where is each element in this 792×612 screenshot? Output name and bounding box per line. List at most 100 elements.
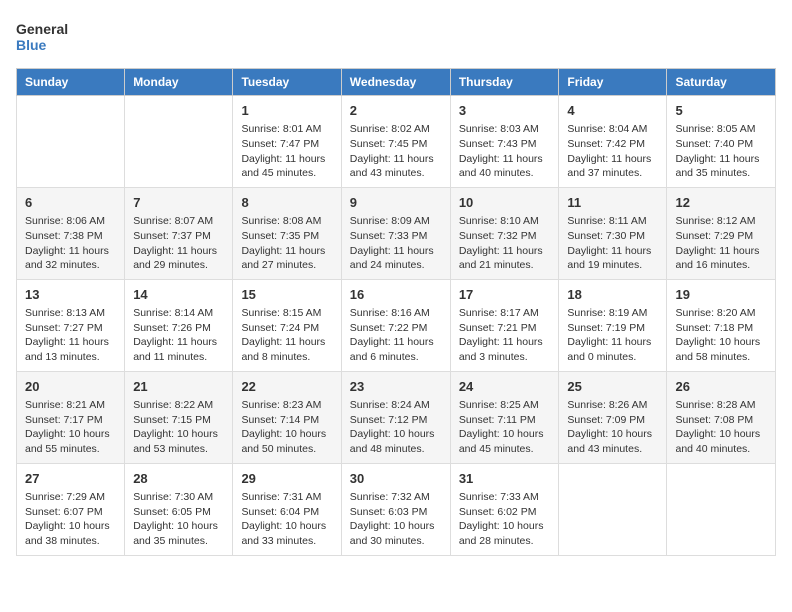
cell-content: Sunrise: 7:33 AM Sunset: 6:02 PM Dayligh… [459, 490, 551, 549]
calendar-cell: 18 Sunrise: 8:19 AM Sunset: 7:19 PM Dayli… [559, 279, 667, 371]
day-header-monday: Monday [125, 69, 233, 96]
day-number: 2 [350, 102, 442, 120]
cell-content: Sunrise: 8:25 AM Sunset: 7:11 PM Dayligh… [459, 398, 551, 457]
cell-content: Sunrise: 7:31 AM Sunset: 6:04 PM Dayligh… [241, 490, 332, 549]
calendar-cell: 6 Sunrise: 8:06 AM Sunset: 7:38 PM Daylig… [17, 187, 125, 279]
day-number: 11 [567, 194, 658, 212]
cell-content: Sunrise: 8:08 AM Sunset: 7:35 PM Dayligh… [241, 214, 332, 273]
day-number: 5 [675, 102, 767, 120]
week-row-4: 20 Sunrise: 8:21 AM Sunset: 7:17 PM Dayli… [17, 371, 776, 463]
calendar-cell: 31 Sunrise: 7:33 AM Sunset: 6:02 PM Dayli… [450, 463, 559, 555]
calendar-cell [559, 463, 667, 555]
calendar-cell: 9 Sunrise: 8:09 AM Sunset: 7:33 PM Daylig… [341, 187, 450, 279]
calendar-cell: 23 Sunrise: 8:24 AM Sunset: 7:12 PM Dayli… [341, 371, 450, 463]
calendar-cell: 19Sunrise: 8:20 AM Sunset: 7:18 PM Dayli… [667, 279, 776, 371]
calendar-cell: 27 Sunrise: 7:29 AM Sunset: 6:07 PM Dayli… [17, 463, 125, 555]
day-number: 30 [350, 470, 442, 488]
cell-content: Sunrise: 8:01 AM Sunset: 7:47 PM Dayligh… [241, 122, 332, 181]
day-number: 26 [675, 378, 767, 396]
day-number: 14 [133, 286, 224, 304]
cell-content: Sunrise: 8:05 AM Sunset: 7:40 PM Dayligh… [675, 122, 767, 181]
calendar-cell: 3Sunrise: 8:03 AM Sunset: 7:43 PM Daylig… [450, 96, 559, 188]
day-number: 7 [133, 194, 224, 212]
cell-content: Sunrise: 7:30 AM Sunset: 6:05 PM Dayligh… [133, 490, 224, 549]
calendar-cell: 21Sunrise: 8:22 AM Sunset: 7:15 PM Dayli… [125, 371, 233, 463]
cell-content: Sunrise: 8:04 AM Sunset: 7:42 PM Dayligh… [567, 122, 658, 181]
calendar-cell: 1 Sunrise: 8:01 AM Sunset: 7:47 PM Daylig… [233, 96, 341, 188]
week-row-2: 6 Sunrise: 8:06 AM Sunset: 7:38 PM Daylig… [17, 187, 776, 279]
cell-content: Sunrise: 8:23 AM Sunset: 7:14 PM Dayligh… [241, 398, 332, 457]
cell-content: Sunrise: 8:06 AM Sunset: 7:38 PM Dayligh… [25, 214, 116, 273]
calendar-cell [17, 96, 125, 188]
day-header-friday: Friday [559, 69, 667, 96]
calendar-cell: 4 Sunrise: 8:04 AM Sunset: 7:42 PM Daylig… [559, 96, 667, 188]
calendar-table: SundayMondayTuesdayWednesdayThursdayFrid… [16, 68, 776, 556]
cell-content: Sunrise: 8:12 AM Sunset: 7:29 PM Dayligh… [675, 214, 767, 273]
week-row-1: 1 Sunrise: 8:01 AM Sunset: 7:47 PM Daylig… [17, 96, 776, 188]
day-header-saturday: Saturday [667, 69, 776, 96]
day-number: 10 [459, 194, 551, 212]
svg-text:Blue: Blue [16, 37, 47, 53]
cell-content: Sunrise: 8:10 AM Sunset: 7:32 PM Dayligh… [459, 214, 551, 273]
day-number: 19 [675, 286, 767, 304]
calendar-cell: 14Sunrise: 8:14 AM Sunset: 7:26 PM Dayli… [125, 279, 233, 371]
svg-text:General: General [16, 21, 68, 37]
calendar-cell: 15 Sunrise: 8:15 AM Sunset: 7:24 PM Dayli… [233, 279, 341, 371]
calendar-cell: 24 Sunrise: 8:25 AM Sunset: 7:11 PM Dayli… [450, 371, 559, 463]
calendar-cell: 22 Sunrise: 8:23 AM Sunset: 7:14 PM Dayli… [233, 371, 341, 463]
day-number: 15 [241, 286, 332, 304]
day-header-wednesday: Wednesday [341, 69, 450, 96]
calendar-cell: 28 Sunrise: 7:30 AM Sunset: 6:05 PM Dayli… [125, 463, 233, 555]
calendar-cell: 5 Sunrise: 8:05 AM Sunset: 7:40 PM Daylig… [667, 96, 776, 188]
day-number: 6 [25, 194, 116, 212]
cell-content: Sunrise: 8:26 AM Sunset: 7:09 PM Dayligh… [567, 398, 658, 457]
cell-content: Sunrise: 8:15 AM Sunset: 7:24 PM Dayligh… [241, 306, 332, 365]
cell-content: Sunrise: 8:09 AM Sunset: 7:33 PM Dayligh… [350, 214, 442, 273]
day-number: 20 [25, 378, 116, 396]
day-number: 12 [675, 194, 767, 212]
calendar-cell: 26 Sunrise: 8:28 AM Sunset: 7:08 PM Dayli… [667, 371, 776, 463]
calendar-cell: 12 Sunrise: 8:12 AM Sunset: 7:29 PM Dayli… [667, 187, 776, 279]
day-header-tuesday: Tuesday [233, 69, 341, 96]
cell-content: Sunrise: 8:21 AM Sunset: 7:17 PM Dayligh… [25, 398, 116, 457]
day-number: 23 [350, 378, 442, 396]
day-number: 27 [25, 470, 116, 488]
calendar-cell: 30 Sunrise: 7:32 AM Sunset: 6:03 PM Dayli… [341, 463, 450, 555]
calendar-cell: 8Sunrise: 8:08 AM Sunset: 7:35 PM Daylig… [233, 187, 341, 279]
cell-content: Sunrise: 8:24 AM Sunset: 7:12 PM Dayligh… [350, 398, 442, 457]
day-number: 16 [350, 286, 442, 304]
day-number: 25 [567, 378, 658, 396]
day-header-thursday: Thursday [450, 69, 559, 96]
calendar-cell: 13Sunrise: 8:13 AM Sunset: 7:27 PM Dayli… [17, 279, 125, 371]
day-number: 13 [25, 286, 116, 304]
day-number: 22 [241, 378, 332, 396]
day-number: 28 [133, 470, 224, 488]
calendar-cell: 16Sunrise: 8:16 AM Sunset: 7:22 PM Dayli… [341, 279, 450, 371]
logo-svg: General Blue [16, 16, 76, 60]
cell-content: Sunrise: 8:11 AM Sunset: 7:30 PM Dayligh… [567, 214, 658, 273]
cell-content: Sunrise: 7:32 AM Sunset: 6:03 PM Dayligh… [350, 490, 442, 549]
cell-content: Sunrise: 8:02 AM Sunset: 7:45 PM Dayligh… [350, 122, 442, 181]
day-number: 31 [459, 470, 551, 488]
calendar-cell: 10 Sunrise: 8:10 AM Sunset: 7:32 PM Dayli… [450, 187, 559, 279]
day-number: 3 [459, 102, 551, 120]
day-number: 1 [241, 102, 332, 120]
page-header: General Blue [16, 16, 776, 60]
cell-content: Sunrise: 8:22 AM Sunset: 7:15 PM Dayligh… [133, 398, 224, 457]
cell-content: Sunrise: 8:28 AM Sunset: 7:08 PM Dayligh… [675, 398, 767, 457]
day-number: 17 [459, 286, 551, 304]
week-row-5: 27 Sunrise: 7:29 AM Sunset: 6:07 PM Dayli… [17, 463, 776, 555]
day-number: 4 [567, 102, 658, 120]
cell-content: Sunrise: 8:17 AM Sunset: 7:21 PM Dayligh… [459, 306, 551, 365]
calendar-cell: 20 Sunrise: 8:21 AM Sunset: 7:17 PM Dayli… [17, 371, 125, 463]
cell-content: Sunrise: 8:19 AM Sunset: 7:19 PM Dayligh… [567, 306, 658, 365]
header-row: SundayMondayTuesdayWednesdayThursdayFrid… [17, 69, 776, 96]
cell-content: Sunrise: 7:29 AM Sunset: 6:07 PM Dayligh… [25, 490, 116, 549]
day-number: 18 [567, 286, 658, 304]
calendar-cell: 11 Sunrise: 8:11 AM Sunset: 7:30 PM Dayli… [559, 187, 667, 279]
day-number: 24 [459, 378, 551, 396]
day-number: 9 [350, 194, 442, 212]
calendar-cell: 25 Sunrise: 8:26 AM Sunset: 7:09 PM Dayli… [559, 371, 667, 463]
calendar-cell: 17 Sunrise: 8:17 AM Sunset: 7:21 PM Dayli… [450, 279, 559, 371]
day-header-sunday: Sunday [17, 69, 125, 96]
